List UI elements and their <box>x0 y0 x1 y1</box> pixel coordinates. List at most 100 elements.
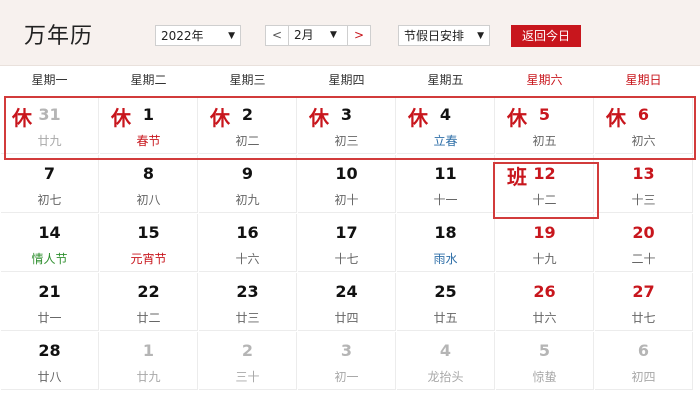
lunar-label: 十二 <box>532 193 557 207</box>
year-value: 2022年 <box>161 29 204 43</box>
day-number: 13 <box>632 164 655 183</box>
chevron-down-icon: ▼ <box>330 30 337 40</box>
weekday-wed: 星期三 <box>229 73 266 87</box>
lunar-label: 春节 <box>136 134 161 148</box>
lunar-label: 初二 <box>235 134 260 148</box>
lunar-label: 初十 <box>334 193 359 207</box>
lunar-label: 廿八 <box>37 370 62 384</box>
lunar-label: 初八 <box>136 193 161 207</box>
day-cell[interactable]: 21 廿一 <box>1 273 99 331</box>
day-number: 9 <box>241 164 254 183</box>
weekday-header: 星期一 星期二 星期三 星期四 星期五 星期六 星期日 <box>0 66 700 94</box>
day-cell[interactable]: 17 十七 <box>298 214 396 272</box>
day-cell[interactable]: 休 5 初五 <box>496 96 594 154</box>
holiday-select-label: 节假日安排 <box>404 29 465 43</box>
day-number: 26 <box>533 282 556 301</box>
day-cell[interactable]: 26 廿六 <box>496 273 594 331</box>
lunar-label: 廿四 <box>334 311 359 325</box>
day-cell[interactable]: 4 龙抬头 <box>397 332 495 390</box>
day-cell[interactable]: 15 元宵节 <box>100 214 198 272</box>
next-month-button[interactable]: > <box>347 26 370 45</box>
day-number: 4 <box>439 341 452 360</box>
day-number: 15 <box>137 223 160 242</box>
day-number: 11 <box>434 164 457 183</box>
day-cell[interactable]: 19 十九 <box>496 214 594 272</box>
day-cell[interactable]: 休 31 廿九 <box>1 96 99 154</box>
day-number: 31 <box>38 105 61 124</box>
day-number: 16 <box>236 223 259 242</box>
month-value[interactable]: 2月 <box>294 26 314 45</box>
day-cell[interactable]: 休 1 春节 <box>100 96 198 154</box>
day-cell[interactable]: 18 雨水 <box>397 214 495 272</box>
day-cell[interactable]: 3 初一 <box>298 332 396 390</box>
day-cell[interactable]: 2 三十 <box>199 332 297 390</box>
day-cell[interactable]: 27 廿七 <box>595 273 693 331</box>
day-cell[interactable]: 28 廿八 <box>1 332 99 390</box>
day-number: 18 <box>434 223 457 242</box>
day-cell[interactable]: 10 初十 <box>298 155 396 213</box>
day-number: 12 <box>533 164 556 183</box>
day-cell[interactable]: 23 廿三 <box>199 273 297 331</box>
day-number: 6 <box>637 105 650 124</box>
day-cell[interactable]: 班 12 十二 <box>496 155 594 213</box>
day-cell[interactable]: 休 2 初二 <box>199 96 297 154</box>
day-cell[interactable]: 16 十六 <box>199 214 297 272</box>
lunar-label: 十七 <box>334 252 359 266</box>
day-cell[interactable]: 14 情人节 <box>1 214 99 272</box>
prev-month-button[interactable]: < <box>266 26 289 45</box>
lunar-label: 惊蛰 <box>532 370 557 384</box>
day-number: 14 <box>38 223 61 242</box>
day-number: 27 <box>632 282 655 301</box>
day-number: 1 <box>142 105 155 124</box>
day-number: 7 <box>43 164 56 183</box>
day-number: 20 <box>632 223 655 242</box>
lunar-label: 廿三 <box>235 311 260 325</box>
weekday-sun: 星期日 <box>625 73 662 87</box>
day-cell[interactable]: 休 6 初六 <box>595 96 693 154</box>
day-number: 23 <box>236 282 259 301</box>
lunar-label: 初一 <box>334 370 359 384</box>
day-cell[interactable]: 休 4 立春 <box>397 96 495 154</box>
day-cell[interactable]: 7 初七 <box>1 155 99 213</box>
day-cell[interactable]: 13 十三 <box>595 155 693 213</box>
day-cell[interactable]: 休 3 初三 <box>298 96 396 154</box>
day-cell[interactable]: 9 初九 <box>199 155 297 213</box>
lunar-label: 初四 <box>631 370 656 384</box>
day-cell[interactable]: 20 二十 <box>595 214 693 272</box>
lunar-label: 廿五 <box>433 311 458 325</box>
year-select[interactable]: 2022年 ▼ <box>155 25 241 46</box>
holiday-select[interactable]: 节假日安排 ▼ <box>398 25 490 46</box>
lunar-label: 初三 <box>334 134 359 148</box>
day-number: 22 <box>137 282 160 301</box>
weekday-fri: 星期五 <box>427 73 464 87</box>
day-number: 28 <box>38 341 61 360</box>
lunar-label: 十一 <box>433 193 458 207</box>
calendar-header: 万年历 2022年 ▼ < 2月 ▼ > 节假日安排 ▼ 返回今日 <box>0 0 700 66</box>
day-cell[interactable]: 1 廿九 <box>100 332 198 390</box>
day-cell[interactable]: 5 惊蛰 <box>496 332 594 390</box>
return-today-button[interactable]: 返回今日 <box>511 25 581 47</box>
lunar-label: 龙抬头 <box>427 370 464 384</box>
day-number: 3 <box>340 341 353 360</box>
day-cell[interactable]: 8 初八 <box>100 155 198 213</box>
day-cell[interactable]: 25 廿五 <box>397 273 495 331</box>
day-cell[interactable]: 11 十一 <box>397 155 495 213</box>
lunar-label: 廿九 <box>37 134 62 148</box>
day-number: 2 <box>241 105 254 124</box>
day-number: 6 <box>637 341 650 360</box>
day-number: 8 <box>142 164 155 183</box>
day-cell[interactable]: 22 廿二 <box>100 273 198 331</box>
chevron-down-icon: ▼ <box>477 31 484 41</box>
lunar-label: 元宵节 <box>130 252 167 266</box>
month-selector[interactable]: < 2月 ▼ > <box>265 25 371 46</box>
lunar-label: 初七 <box>37 193 62 207</box>
day-cell[interactable]: 6 初四 <box>595 332 693 390</box>
lunar-label: 二十 <box>631 252 656 266</box>
day-cell[interactable]: 24 廿四 <box>298 273 396 331</box>
weekday-thu: 星期四 <box>328 73 365 87</box>
day-number: 3 <box>340 105 353 124</box>
day-number: 21 <box>38 282 61 301</box>
lunar-label: 雨水 <box>433 252 458 266</box>
calendar-grid: 休 31 廿九休 1 春节休 2 初二休 3 初三休 4 立春休 5 初五休 6 初六 7 初七 8 初八 9 初九 10… <box>0 96 700 400</box>
chevron-down-icon: ▼ <box>228 31 235 41</box>
